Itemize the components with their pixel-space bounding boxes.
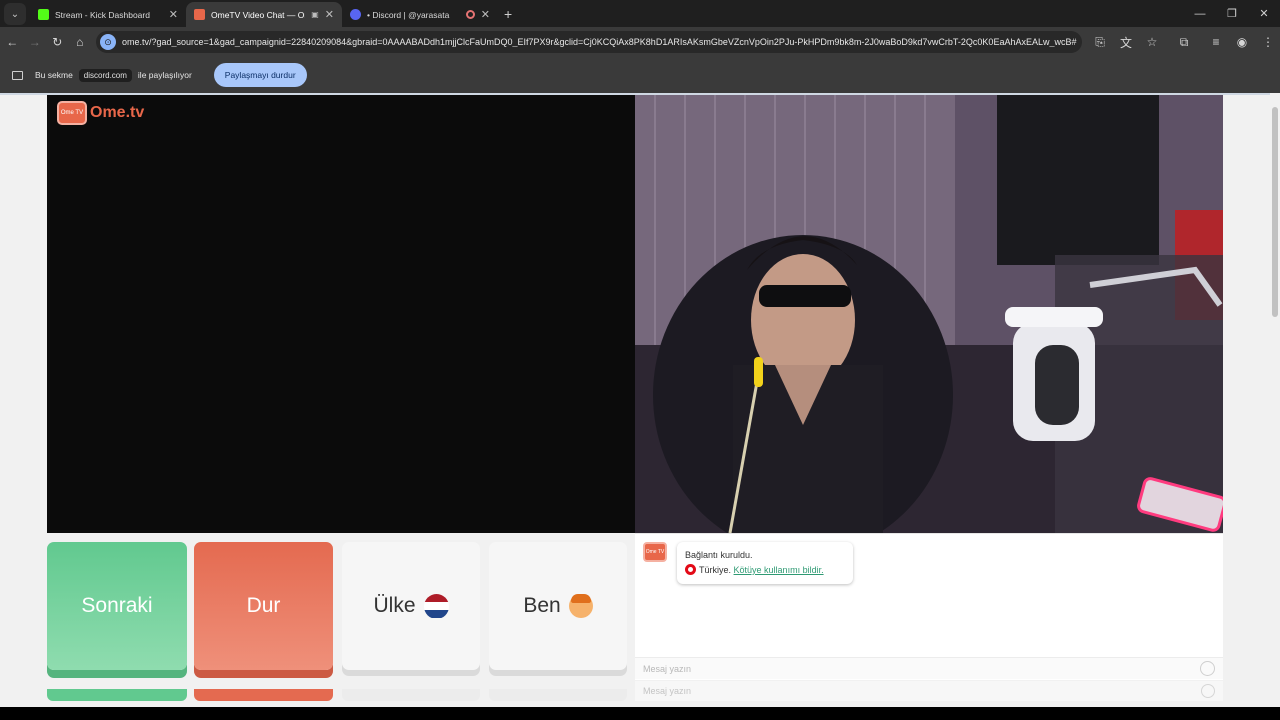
tab-sharing-icon: ▣: [311, 10, 319, 19]
country-filter-button[interactable]: Ülke: [342, 542, 480, 670]
tab-ometv[interactable]: OmeTV Video Chat — Ome ▣ ✕: [186, 2, 342, 27]
restore-icon[interactable]: ❐: [1216, 0, 1248, 27]
screen-share-icon: [12, 70, 23, 80]
connected-text: Bağlantı kuruldu.: [685, 550, 753, 560]
message-input[interactable]: Mesaj yazın: [635, 657, 1223, 679]
profile-icon[interactable]: ◉: [1230, 30, 1254, 54]
back-icon[interactable]: ←: [2, 30, 23, 54]
partner-country-line: Türkiye. Kötüye kullanımı bildir.: [685, 563, 845, 578]
boy-emoji-icon: [568, 594, 593, 618]
reload-icon[interactable]: ↻: [47, 30, 68, 54]
tab-sharing-bar: Bu sekme discord.com ile paylaşılıyor Pa…: [0, 57, 1280, 93]
message-input-ghost: Mesaj yazın: [635, 681, 1223, 701]
tab-search-icon[interactable]: ⌄: [4, 3, 26, 25]
site-info-icon[interactable]: ⊙: [100, 34, 116, 50]
tab-title: • Discord | @yarasata: [367, 9, 450, 20]
next-button-label: Sonraki: [81, 594, 153, 617]
translate-icon[interactable]: 文: [1114, 30, 1138, 54]
message-input-ghost-placeholder: Mesaj yazın: [643, 686, 692, 696]
emoji-icon[interactable]: [1200, 661, 1215, 676]
local-video: Ome TV Ome.tv: [47, 95, 635, 533]
system-message: Bağlantı kuruldu. Türkiye. Kötüye kullan…: [677, 542, 853, 584]
home-icon[interactable]: ⌂: [70, 30, 91, 54]
tab-kick-dashboard[interactable]: Stream - Kick Dashboard ✕: [30, 2, 186, 27]
me-button-ghost: [489, 689, 627, 701]
recording-icon: [465, 10, 475, 19]
message-input-placeholder: Mesaj yazın: [643, 663, 692, 674]
next-button-ghost: [47, 689, 187, 701]
taskbar-edge: [0, 707, 1280, 720]
minimize-icon[interactable]: —: [1184, 0, 1216, 27]
stop-button-ghost: [194, 689, 333, 701]
sharing-domain: discord.com: [78, 68, 132, 82]
emoji-ghost-icon: [1201, 684, 1215, 698]
tab-title: Stream - Kick Dashboard: [55, 9, 150, 20]
menu-kebab-icon[interactable]: ⋮: [1256, 30, 1280, 54]
discord-favicon-icon: [350, 9, 361, 20]
ometv-logo-icon: Ome TV: [57, 101, 87, 125]
stop-button-label: Dur: [246, 594, 281, 617]
close-tab-icon[interactable]: ✕: [169, 8, 178, 21]
extensions-icon[interactable]: ⧉: [1172, 30, 1196, 54]
ometv-page: Ome TV Ome.tv Sonraki Dur Ülke Ben Ome T…: [0, 93, 1280, 720]
forward-icon[interactable]: →: [25, 30, 46, 54]
close-tab-icon[interactable]: ✕: [481, 8, 490, 21]
url-text[interactable]: ome.tv/?gad_source=1&gad_campaignid=2284…: [122, 37, 1082, 47]
netherlands-flag-icon: [423, 593, 449, 619]
turkey-flag-icon: [685, 564, 696, 575]
remote-video: [635, 95, 1223, 533]
media-controls-icon[interactable]: ≡: [1204, 30, 1228, 54]
browser-toolbar: ← → ↻ ⌂ ⊙ ome.tv/?gad_source=1&gad_campa…: [0, 27, 1280, 57]
report-abuse-link[interactable]: Kötüye kullanımı bildir.: [734, 565, 824, 575]
ometv-avatar-icon: Ome TV: [643, 542, 667, 562]
install-app-icon[interactable]: ⎘: [1088, 30, 1112, 54]
sharing-suffix: ile paylaşılıyor: [137, 70, 192, 80]
next-button[interactable]: Sonraki: [47, 542, 187, 670]
country-button-ghost: [342, 689, 480, 701]
me-button-label: Ben: [523, 594, 561, 617]
close-tab-icon[interactable]: ✕: [325, 8, 334, 21]
tab-strip: ⌄ Stream - Kick Dashboard ✕ OmeTV Video …: [0, 0, 1280, 27]
page-scrollbar[interactable]: [1270, 93, 1280, 720]
stop-button[interactable]: Dur: [194, 542, 333, 670]
remote-video-frame: [635, 95, 1223, 533]
address-bar[interactable]: ⊙ ome.tv/?gad_source=1&gad_campaignid=22…: [96, 31, 1082, 53]
window-controls: — ❐ ✕: [1184, 0, 1280, 27]
country-button-label: Ülke: [373, 594, 416, 617]
tab-title: OmeTV Video Chat — Ome: [211, 9, 305, 20]
sharing-prefix: Bu sekme: [35, 70, 73, 80]
my-gender-button[interactable]: Ben: [489, 542, 627, 670]
stop-sharing-button[interactable]: Paylaşmayı durdur: [213, 63, 307, 87]
ometv-logo-text: Ome.tv: [90, 104, 145, 121]
partner-country: Türkiye.: [699, 565, 732, 575]
bookmark-star-icon[interactable]: ☆: [1140, 30, 1164, 54]
tab-discord[interactable]: • Discord | @yarasata ✕: [342, 2, 498, 27]
ometv-logo: Ome TV Ome.tv: [57, 101, 144, 125]
scrollbar-thumb[interactable]: [1272, 107, 1278, 317]
ometv-favicon-icon: [194, 9, 205, 20]
close-window-icon[interactable]: ✕: [1248, 0, 1280, 27]
new-tab-icon[interactable]: +: [504, 6, 512, 22]
kick-favicon-icon: [38, 9, 49, 20]
